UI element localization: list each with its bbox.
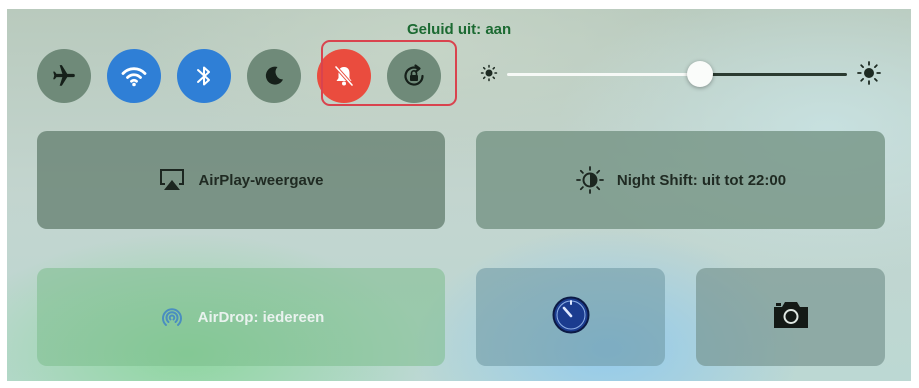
airdrop-icon (158, 303, 186, 331)
airplay-tile[interactable]: AirPlay-weergave (37, 131, 445, 229)
airplane-mode-toggle[interactable] (37, 49, 91, 103)
moon-icon (262, 64, 286, 88)
brightness-slider-thumb[interactable] (687, 61, 713, 87)
brightness-track-filled (507, 73, 700, 76)
sun-icon (575, 165, 605, 195)
timer-icon (551, 295, 591, 340)
wifi-toggle[interactable] (107, 49, 161, 103)
night-shift-tile[interactable]: Night Shift: uit tot 22:00 (476, 131, 885, 229)
camera-icon (771, 299, 811, 336)
airplane-icon (51, 63, 77, 89)
control-center-panel: Geluid uit: aan AirPlay-weergave Night S… (7, 9, 911, 381)
bluetooth-toggle[interactable] (177, 49, 231, 103)
airdrop-label: AirDrop: iedereen (197, 308, 325, 326)
timer-tile[interactable] (476, 268, 665, 366)
wifi-icon (120, 64, 148, 88)
highlight-frame (321, 40, 457, 106)
airplay-icon (158, 167, 186, 193)
night-shift-label: Night Shift: uit tot 22:00 (616, 171, 787, 189)
mute-status-tooltip: Geluid uit: aan (407, 21, 512, 38)
camera-tile[interactable] (696, 268, 885, 366)
airplay-label: AirPlay-weergave (198, 171, 324, 189)
bluetooth-icon (194, 63, 214, 89)
airdrop-tile[interactable]: AirDrop: iedereen (37, 268, 445, 366)
brightness-low-icon (479, 63, 499, 88)
brightness-high-icon (856, 60, 882, 91)
brightness-track-empty (700, 73, 847, 76)
do-not-disturb-toggle[interactable] (247, 49, 301, 103)
